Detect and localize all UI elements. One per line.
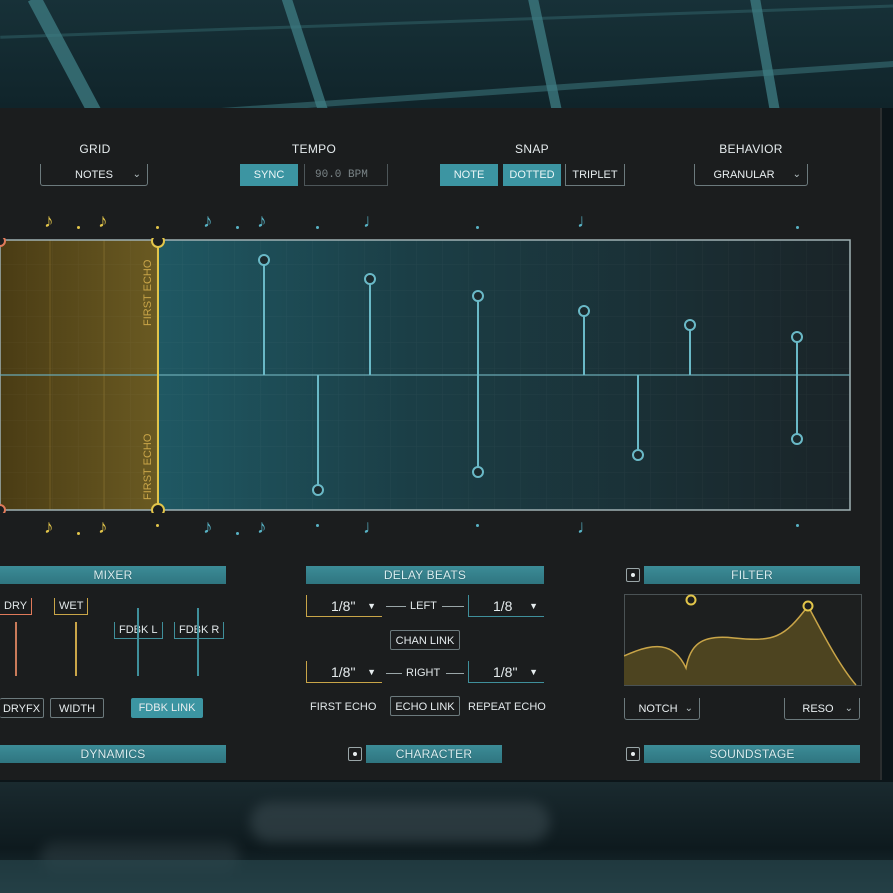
dry-fader[interactable] — [15, 622, 17, 676]
snap-triplet-button[interactable]: TRIPLET — [565, 164, 625, 186]
soundstage-header[interactable]: SOUNDSTAGE — [644, 745, 860, 763]
echo-tap-3[interactable] — [364, 273, 376, 285]
dot-marker — [316, 226, 319, 229]
caret-down-icon: ▼ — [529, 667, 538, 677]
grid-dropdown[interactable]: NOTES ⌄ — [40, 164, 148, 186]
chevron-down-icon: ⌄ — [792, 169, 801, 180]
snap-note-button[interactable]: NOTE — [440, 164, 498, 186]
fdbk-r-fader[interactable] — [197, 608, 199, 676]
eighth-note-icon: ♪ — [44, 211, 54, 232]
chan-link-button[interactable]: CHAN LINK — [390, 630, 460, 650]
behavior-dropdown[interactable]: GRANULAR ⌄ — [694, 164, 808, 186]
echo-tap-6[interactable] — [632, 449, 644, 461]
quarter-note-icon: ♩ — [577, 211, 596, 232]
fdbk-link-button[interactable]: FDBK LINK — [131, 698, 203, 718]
tempo-label: TEMPO — [291, 142, 337, 156]
behavior-value: GRANULAR — [713, 169, 775, 181]
chevron-down-icon: ⌄ — [684, 703, 693, 714]
caret-down-icon: ▼ — [367, 667, 376, 677]
quarter-note-icon: ♩ — [363, 211, 382, 232]
dot-marker — [156, 226, 159, 229]
right-repeat-beat-dropdown[interactable]: 1/8" ▼ — [468, 661, 544, 683]
chevron-down-icon: ⌄ — [844, 703, 853, 714]
dot-marker — [476, 524, 479, 527]
dot-marker — [77, 226, 80, 229]
repeat-echo-label: REPEAT ECHO — [468, 701, 546, 713]
dot-marker — [796, 226, 799, 229]
eighth-note-icon: ♪ — [257, 211, 267, 232]
dot-marker — [796, 524, 799, 527]
first-echo-label-top: FIRST ECHO — [142, 259, 154, 326]
left-first-beat-dropdown[interactable]: 1/8" ▼ — [306, 595, 382, 617]
character-power-icon[interactable] — [348, 747, 362, 761]
quarter-note-icon: ♩ — [363, 517, 382, 538]
dryfx-button[interactable]: DRYFX — [0, 698, 44, 718]
right-first-beat-dropdown[interactable]: 1/8" ▼ — [306, 661, 382, 683]
eighth-note-icon: ♪ — [44, 517, 54, 538]
filter-node-icon[interactable] — [685, 594, 697, 606]
dot-marker — [236, 532, 239, 535]
filter-header: FILTER — [644, 566, 860, 584]
first-echo-label: FIRST ECHO — [310, 701, 377, 713]
background-top — [0, 0, 893, 108]
mixer-header: MIXER — [0, 566, 226, 584]
echo-display[interactable]: FIRST ECHO FIRST ECHO — [0, 238, 860, 513]
dot-marker — [476, 226, 479, 229]
quarter-note-icon: ♩ — [577, 517, 596, 538]
eighth-note-icon: ♪ — [203, 211, 213, 232]
echo-tap-5[interactable] — [578, 305, 590, 317]
sync-button[interactable]: SYNC — [240, 164, 298, 186]
right-label: RIGHT — [406, 667, 441, 679]
filter-mode-dropdown[interactable]: RESO ⌄ — [784, 698, 860, 720]
left-label: LEFT — [410, 600, 437, 612]
background-bottom — [0, 782, 893, 893]
behavior-label: BEHAVIOR — [719, 142, 783, 156]
filter-power-icon[interactable] — [626, 568, 640, 582]
filter-node-icon[interactable] — [802, 600, 814, 612]
filter-graph[interactable] — [624, 594, 862, 686]
dot-marker — [156, 524, 159, 527]
echo-tap-7[interactable] — [684, 319, 696, 331]
soundstage-power-icon[interactable] — [626, 747, 640, 761]
eighth-note-icon: ♪ — [98, 517, 108, 538]
left-repeat-beat-dropdown[interactable]: 1/8 ▼ — [468, 595, 544, 617]
echo-tap-2[interactable] — [312, 484, 324, 496]
caret-down-icon: ▼ — [367, 601, 376, 611]
snap-label: SNAP — [515, 142, 549, 156]
echo-tap-8b[interactable] — [791, 433, 803, 445]
bpm-field[interactable]: 90.0 BPM — [304, 164, 388, 186]
echo-link-button[interactable]: ECHO LINK — [390, 696, 460, 716]
first-echo-label-bottom: FIRST ECHO — [142, 433, 154, 500]
character-header[interactable]: CHARACTER — [366, 745, 502, 763]
filter-type-dropdown[interactable]: NOTCH ⌄ — [624, 698, 700, 720]
echo-tap-4b[interactable] — [472, 466, 484, 478]
snap-dotted-button[interactable]: DOTTED — [503, 164, 561, 186]
dot-marker — [236, 226, 239, 229]
grid-value: NOTES — [75, 169, 113, 181]
fdbk-r-label: FDBK R — [174, 622, 225, 639]
width-button[interactable]: WIDTH — [50, 698, 104, 718]
delay-beats-header: DELAY BEATS — [306, 566, 544, 584]
eighth-note-icon: ♪ — [257, 517, 267, 538]
caret-down-icon: ▼ — [529, 601, 538, 611]
eighth-note-icon: ♪ — [203, 517, 213, 538]
eighth-note-icon: ♪ — [98, 211, 108, 232]
echo-tap-1[interactable] — [258, 254, 270, 266]
grid-label: GRID — [79, 142, 111, 156]
dynamics-header[interactable]: DYNAMICS — [0, 745, 226, 763]
first-echo-handle-bottom[interactable] — [151, 503, 165, 513]
first-echo-handle-top[interactable] — [151, 238, 165, 248]
dot-marker — [316, 524, 319, 527]
plugin-panel: GRID NOTES ⌄ TEMPO SYNC 90.0 BPM SNAP NO… — [0, 108, 882, 780]
chevron-down-icon: ⌄ — [132, 169, 141, 180]
wet-fader[interactable] — [75, 622, 77, 676]
echo-tap-8a[interactable] — [791, 331, 803, 343]
wet-label: WET — [54, 598, 89, 615]
dry-label: DRY — [0, 598, 33, 615]
echo-tap-4a[interactable] — [472, 290, 484, 302]
dot-marker — [77, 532, 80, 535]
fdbk-l-fader[interactable] — [137, 608, 139, 676]
